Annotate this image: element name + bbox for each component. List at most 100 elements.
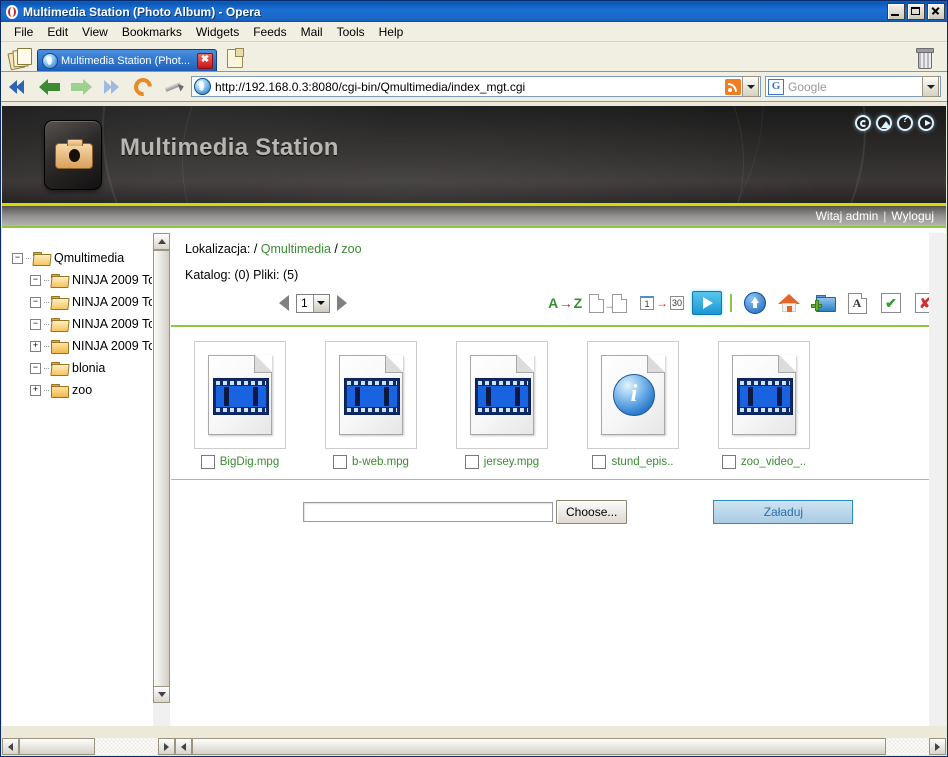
rewind-button[interactable] xyxy=(5,76,32,98)
new-folder-button[interactable] xyxy=(806,289,840,317)
tree-toggle-icon[interactable]: + xyxy=(30,340,41,352)
tree-toggle-icon[interactable]: − xyxy=(30,274,41,286)
maximize-button[interactable] xyxy=(907,3,925,20)
help-circle-icon[interactable] xyxy=(897,114,913,131)
tree-scroll-up-button[interactable] xyxy=(153,233,170,250)
page-select[interactable]: 1 xyxy=(296,293,330,313)
menu-item-help[interactable]: Help xyxy=(372,23,411,41)
back-circle-icon[interactable] xyxy=(855,115,871,131)
browser-tab-active[interactable]: Multimedia Station (Phot... ✖ xyxy=(37,49,217,71)
tab-stack-icon[interactable] xyxy=(7,47,33,71)
tree-node-ninja-3[interactable]: − NINJA 2009 Tour S xyxy=(12,313,170,335)
items-per-page-button[interactable]: 1 → 30 xyxy=(634,289,690,317)
menu-item-view[interactable]: View xyxy=(75,23,115,41)
file-path-input[interactable] xyxy=(303,502,553,522)
file-checkbox[interactable] xyxy=(721,455,736,469)
content-vertical-scrollbar[interactable] xyxy=(929,233,946,726)
tree-hscroll-left-button[interactable] xyxy=(2,738,19,755)
file-checkbox[interactable] xyxy=(200,455,215,469)
rss-icon[interactable] xyxy=(725,78,741,95)
menu-item-widgets[interactable]: Widgets xyxy=(189,23,246,41)
back-button[interactable] xyxy=(36,76,63,98)
edit-pencil-icon[interactable] xyxy=(160,76,187,98)
menu-item-file[interactable]: File xyxy=(7,23,40,41)
file-item[interactable]: b-web.mpg xyxy=(316,341,426,469)
tree-toggle-icon[interactable]: − xyxy=(30,296,41,308)
file-name[interactable]: b-web.mpg xyxy=(352,456,409,468)
tree-toggle-icon[interactable]: − xyxy=(12,252,23,264)
go-up-button[interactable] xyxy=(738,289,772,317)
content-hscroll-track[interactable] xyxy=(192,738,929,755)
tree-node-qmultimedia[interactable]: − Qmultimedia xyxy=(12,247,170,269)
content-hscroll-right-button[interactable] xyxy=(929,738,946,755)
content-horizontal-scrollbar[interactable] xyxy=(175,738,946,755)
tree-scroll-thumb[interactable] xyxy=(153,250,170,702)
file-thumbnail[interactable] xyxy=(587,341,679,449)
breadcrumb-link-qmultimedia[interactable]: Qmultimedia xyxy=(261,242,331,256)
tree-node-ninja-2[interactable]: − NINJA 2009 Tour S xyxy=(12,291,170,313)
menu-item-tools[interactable]: Tools xyxy=(330,23,372,41)
breadcrumb-link-zoo[interactable]: zoo xyxy=(341,242,361,256)
file-checkbox[interactable] xyxy=(333,455,348,469)
file-thumbnail[interactable] xyxy=(718,341,810,449)
rename-button[interactable]: A xyxy=(840,289,874,317)
reload-button[interactable] xyxy=(129,73,156,100)
file-thumbnail[interactable] xyxy=(194,341,286,449)
tree-hscroll-thumb[interactable] xyxy=(19,738,95,755)
close-button[interactable] xyxy=(927,3,945,20)
search-dropdown-button[interactable] xyxy=(922,76,939,97)
logout-link[interactable]: Wyloguj xyxy=(891,209,934,223)
file-item[interactable]: zoo_video_.. xyxy=(709,341,819,469)
tree-toggle-icon[interactable]: − xyxy=(30,318,41,330)
file-thumbnail[interactable] xyxy=(325,341,417,449)
content-hscroll-thumb[interactable] xyxy=(192,738,886,755)
trash-icon[interactable] xyxy=(915,48,934,69)
menu-item-mail[interactable]: Mail xyxy=(294,23,330,41)
file-checkbox[interactable] xyxy=(592,455,607,469)
file-item[interactable]: jersey.mpg xyxy=(447,341,557,469)
next-page-icon[interactable] xyxy=(336,295,347,311)
tree-scroll-down-button[interactable] xyxy=(153,686,170,703)
file-name[interactable]: stund_epis.. xyxy=(611,456,673,468)
tab-close-icon[interactable]: ✖ xyxy=(197,52,213,69)
choose-file-button[interactable]: Choose... xyxy=(556,500,628,524)
tree-hscroll-track[interactable] xyxy=(19,738,158,755)
play-circle-icon[interactable] xyxy=(918,115,934,131)
menu-item-edit[interactable]: Edit xyxy=(40,23,75,41)
slideshow-play-button[interactable] xyxy=(690,289,724,317)
content-hscroll-left-button[interactable] xyxy=(175,738,192,755)
go-home-button[interactable] xyxy=(772,289,806,317)
file-name[interactable]: zoo_video_.. xyxy=(741,456,806,468)
file-thumbnail[interactable] xyxy=(456,341,548,449)
tree-node-zoo[interactable]: + zoo xyxy=(12,379,170,401)
toolbar-row: 1 A→Z → 1 → 30 A ✔ ✘ xyxy=(171,288,946,318)
tree-node-blonia[interactable]: − blonia xyxy=(12,357,170,379)
fast-forward-button[interactable] xyxy=(98,76,125,98)
file-checkbox[interactable] xyxy=(464,455,479,469)
menu-item-feeds[interactable]: Feeds xyxy=(246,23,293,41)
file-item[interactable]: BigDig.mpg xyxy=(185,341,295,469)
new-tab-icon[interactable] xyxy=(224,47,246,69)
sort-az-button[interactable]: A→Z xyxy=(548,289,582,317)
tree-node-ninja-1[interactable]: − NINJA 2009 Tour S xyxy=(12,269,170,291)
tree-vertical-scrollbar[interactable] xyxy=(152,233,170,726)
home-circle-icon[interactable] xyxy=(876,115,892,131)
select-all-button[interactable]: ✔ xyxy=(874,289,908,317)
search-bar[interactable]: G Google xyxy=(765,76,941,97)
url-dropdown-button[interactable] xyxy=(742,76,759,97)
forward-button[interactable] xyxy=(67,76,94,98)
tree-node-ninja-4[interactable]: + NINJA 2009 Tour S xyxy=(12,335,170,357)
tree-toggle-icon[interactable]: + xyxy=(30,384,41,396)
file-name[interactable]: BigDig.mpg xyxy=(220,456,279,468)
url-bar[interactable]: http://192.168.0.3:8080/cgi-bin/Qmultime… xyxy=(191,76,761,97)
file-item[interactable]: stund_epis.. xyxy=(578,341,688,469)
page-to-page-button[interactable]: → xyxy=(582,289,634,317)
menu-item-bookmarks[interactable]: Bookmarks xyxy=(115,23,189,41)
file-name[interactable]: jersey.mpg xyxy=(484,456,539,468)
tree-horizontal-scrollbar[interactable] xyxy=(2,738,175,755)
upload-submit-button[interactable]: Załaduj xyxy=(713,500,854,524)
tree-hscroll-right-button[interactable] xyxy=(158,738,175,755)
tree-toggle-icon[interactable]: − xyxy=(30,362,41,374)
prev-page-icon[interactable] xyxy=(279,295,289,311)
minimize-button[interactable] xyxy=(887,3,905,20)
